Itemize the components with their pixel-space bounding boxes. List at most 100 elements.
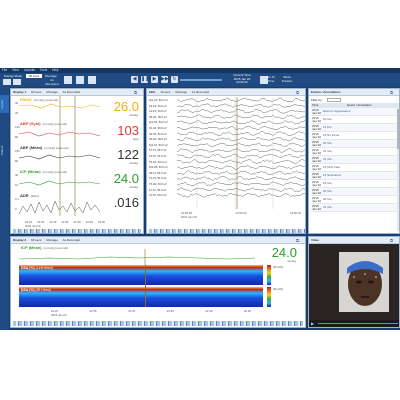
events-list: 2015 Jan 20 Event in appearance 2015 Jan 2… xyxy=(311,108,397,232)
trend-value-icp: 24.0 xyxy=(113,171,139,186)
event-time: 2015 Jan 20 xyxy=(312,187,322,195)
time-tick: 22:45 xyxy=(85,220,93,224)
toolbar-zoom-select[interactable]: 90 secs xyxy=(26,74,42,78)
event-name: 11 intv xyxy=(323,125,332,129)
event-time: 2015 Jan 20 xyxy=(312,115,322,123)
trend-label-abp-mean: ABP (Mean) (mmHg) (external) xyxy=(20,145,69,150)
event-name: 21 intv xyxy=(323,149,332,153)
display2-overview-strip[interactable] xyxy=(149,229,305,233)
events-title: Events / Annotations xyxy=(311,90,341,94)
filter-icon[interactable] xyxy=(76,76,84,84)
y-tick: 0.1 xyxy=(15,197,19,201)
time-tick: 22:40 xyxy=(73,220,81,224)
event-row[interactable]: 2015 Jan 20 13 Oral Care xyxy=(311,164,397,172)
expand-icon[interactable]: ⧉ xyxy=(390,89,393,96)
menu-tools[interactable]: Tools xyxy=(40,68,47,72)
display1-title: Display 1 xyxy=(13,90,27,94)
event-row[interactable]: 2015 Jan 20 20 intv xyxy=(311,140,397,148)
display1-zoom[interactable]: 90 secs xyxy=(31,90,41,94)
eeg-trace xyxy=(177,170,305,175)
video-seek-bar[interactable] xyxy=(318,323,398,324)
menu-file[interactable]: File xyxy=(2,68,7,72)
trend-unit-abp-mean: mmHg xyxy=(129,161,138,165)
event-time: 2015 Jan 20 xyxy=(312,155,322,163)
display2-time-axis: 22:50:38 22:50:42 22:50:46 xyxy=(181,211,301,215)
play-icon[interactable]: ▶ xyxy=(151,76,158,83)
menu-view[interactable]: View xyxy=(12,68,19,72)
event-time: 2015 Jan 20 xyxy=(312,179,322,187)
expand-icon[interactable]: ⧉ xyxy=(296,237,299,244)
display-mode-button[interactable] xyxy=(3,79,11,85)
event-row[interactable]: 2015 Jan 20 11 intv xyxy=(311,124,397,132)
expand-icon[interactable]: ⧉ xyxy=(134,89,137,96)
event-row[interactable]: 2015 Jan 20 Event in appearance xyxy=(311,108,397,116)
goto-sub: Time xyxy=(267,79,275,83)
display2-zoom[interactable]: 10 secs xyxy=(160,90,170,94)
event-time: 2015 Jan 20 xyxy=(312,123,322,131)
display3-zoom[interactable]: 90 secs xyxy=(31,238,41,242)
display3-title: Display 3 xyxy=(13,238,27,242)
display3-overview-strip[interactable] xyxy=(13,321,303,326)
y-tick: 40 xyxy=(15,173,19,177)
event-time: 2015 Jan 20 xyxy=(312,131,322,139)
layout-button[interactable] xyxy=(13,79,21,85)
event-row[interactable]: 2015 Jan 20 20 intv xyxy=(311,188,397,196)
montage-icon[interactable] xyxy=(64,76,72,84)
rewind-icon[interactable]: ◀ xyxy=(131,76,138,83)
left-tab-strip: Layout Patient xyxy=(0,87,9,330)
y-tick: 10 xyxy=(15,183,19,187)
eeg-trace xyxy=(177,192,305,198)
display3-montage[interactable]: Montage xyxy=(46,238,58,242)
event-time: 2015 Jan 20 xyxy=(312,108,322,115)
event-row[interactable]: 2015 Jan 20 16 intv xyxy=(311,180,397,188)
display2-date: 2015 Jan 20 xyxy=(181,215,197,219)
trend-value-abp-syst: 103 xyxy=(117,123,139,138)
event-row[interactable]: 2015 Jan 20 20 intv xyxy=(311,196,397,204)
dsa-right-spectrogram xyxy=(19,287,263,307)
tab-layout[interactable]: Layout xyxy=(0,95,9,113)
expand-icon[interactable]: ⧉ xyxy=(296,89,299,96)
menu-layouts[interactable]: Layouts xyxy=(24,68,35,72)
tab-patient[interactable]: Patient xyxy=(0,139,9,161)
step-icon[interactable]: ↻ xyxy=(171,76,178,83)
display1-montage[interactable]: Montage xyxy=(46,90,58,94)
eeg-trace xyxy=(177,159,305,164)
trend-unit-icp: mmHg xyxy=(129,185,138,189)
eeg-trace xyxy=(177,142,305,148)
events-filter-select[interactable] xyxy=(327,97,341,102)
trend-row-pbto2: PbtO2 (mmHg) (external) 26.0 mmHg 40 20 xyxy=(13,97,139,121)
trend-label-icp: ICP (Mean) (mmHg) (external) xyxy=(20,169,67,174)
event-time: 2015 Jan 20 xyxy=(312,163,322,171)
settings-icon[interactable] xyxy=(88,76,96,84)
display1-header: Display 1 90 secs Montage As Recorded ⧉ xyxy=(11,89,143,96)
dsa-scale-unit-right: (% uV²) xyxy=(273,287,284,291)
event-row[interactable]: 2015 Jan 20 21 intv xyxy=(311,148,397,156)
events-header: Events / Annotations ⧉ xyxy=(309,89,399,96)
event-row[interactable]: 2015 Jan 20 21 intv xyxy=(311,204,397,212)
event-row[interactable]: 2015 Jan 20 21 intv xyxy=(311,156,397,164)
play-pause-icon[interactable]: ❚❚ xyxy=(141,76,149,83)
event-row[interactable]: 2015 Jan 20 12 No focus xyxy=(311,132,397,140)
display3-icp-value: 24.0 xyxy=(271,245,297,260)
menu-help[interactable]: Help xyxy=(52,68,59,72)
y-tick: 150 xyxy=(15,149,20,153)
event-name: Event in appearance xyxy=(323,109,351,113)
display-mode-label: Display Mode xyxy=(3,74,23,78)
event-name: 14 Suctioned xyxy=(323,173,341,177)
time-tick: 22:45 xyxy=(243,309,251,313)
display1-trends-panel: Display 1 90 secs Montage As Recorded ⧉ … xyxy=(10,88,144,234)
fast-forward-icon[interactable]: ▶▶ xyxy=(161,76,169,83)
patient-video-frame[interactable] xyxy=(309,244,400,320)
timeline-slider[interactable] xyxy=(180,79,222,81)
eeg-trace xyxy=(177,120,305,125)
expand-icon[interactable]: ⧉ xyxy=(390,237,393,244)
eeg-trace xyxy=(177,108,305,114)
eeg-trace xyxy=(177,137,305,142)
trend-label-pbto2: PbtO2 (mmHg) (external) xyxy=(20,97,59,102)
display1-overview-strip[interactable] xyxy=(13,229,141,233)
event-row[interactable]: 2015 Jan 20 14 Suctioned xyxy=(311,172,397,180)
display2-montage[interactable]: Montage xyxy=(175,90,187,94)
event-name: 10 intv xyxy=(323,117,332,121)
event-row[interactable]: 2015 Jan 20 10 intv xyxy=(311,116,397,124)
play-icon[interactable]: ▶ xyxy=(311,321,316,326)
